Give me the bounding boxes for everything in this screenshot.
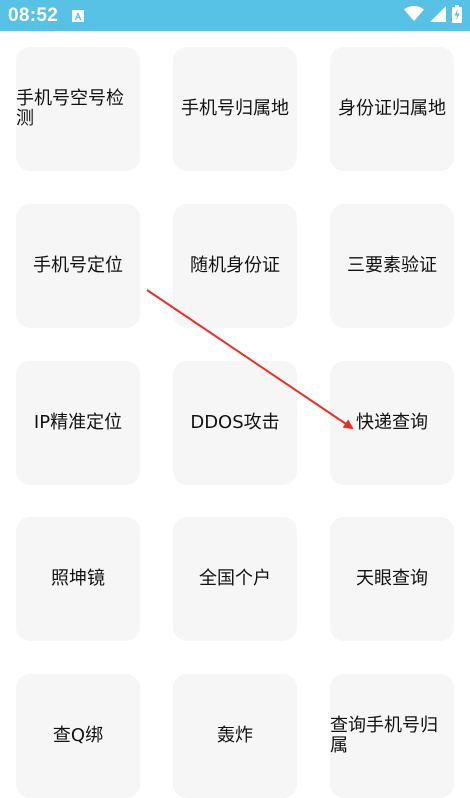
wifi-icon [404,5,424,26]
cellular-signal-icon [430,5,446,26]
tile-label: 随机身份证 [190,255,280,276]
tile-ddos-attack[interactable]: DDOS攻击 [173,361,297,485]
tile-query-phone-owner[interactable]: 查询手机号归属 [330,674,454,798]
tile-label: 手机号归属地 [181,98,289,119]
tile-national-households[interactable]: 全国个户 [173,517,297,641]
tile-label: 查Q绑 [52,725,104,746]
tile-label: 照坤镜 [51,568,105,589]
notification-a-icon [72,9,85,22]
tile-zhaokun-mirror[interactable]: 照坤镜 [16,517,140,641]
tile-ip-positioning[interactable]: IP精准定位 [16,361,140,485]
tile-bombing[interactable]: 轰炸 [173,674,297,798]
status-icons [404,4,462,27]
tile-random-id-card[interactable]: 随机身份证 [173,204,297,328]
tile-qq-binding-query[interactable]: 查Q绑 [16,674,140,798]
tile-label: 身份证归属地 [338,98,446,119]
status-time: 08:52 [8,4,59,26]
feature-grid: 手机号空号检测 手机号归属地 身份证归属地 手机号定位 随机身份证 三要素验证 … [0,31,470,798]
tile-express-query[interactable]: 快递查询 [330,361,454,485]
tile-label: 三要素验证 [347,255,437,276]
tile-label: 手机号空号检测 [16,88,124,129]
tile-label: 轰炸 [217,725,253,746]
tile-phone-empty-check[interactable]: 手机号空号检测 [16,47,140,171]
tile-phone-positioning[interactable]: 手机号定位 [16,204,140,328]
tile-label: 全国个户 [199,568,271,589]
tile-label: 天眼查询 [356,568,428,589]
tile-label: 手机号定位 [33,255,123,276]
battery-charging-icon [452,4,462,27]
tile-label: 查询手机号归属 [330,715,438,756]
tile-phone-location[interactable]: 手机号归属地 [173,47,297,171]
status-bar: 08:52 [0,0,470,31]
tile-label: 快递查询 [356,412,428,433]
tile-id-card-location[interactable]: 身份证归属地 [330,47,454,171]
tile-label: IP精准定位 [33,412,123,433]
tile-three-factor-verify[interactable]: 三要素验证 [330,204,454,328]
tile-label: DDOS攻击 [190,412,280,433]
tile-tianyan-query[interactable]: 天眼查询 [330,517,454,641]
